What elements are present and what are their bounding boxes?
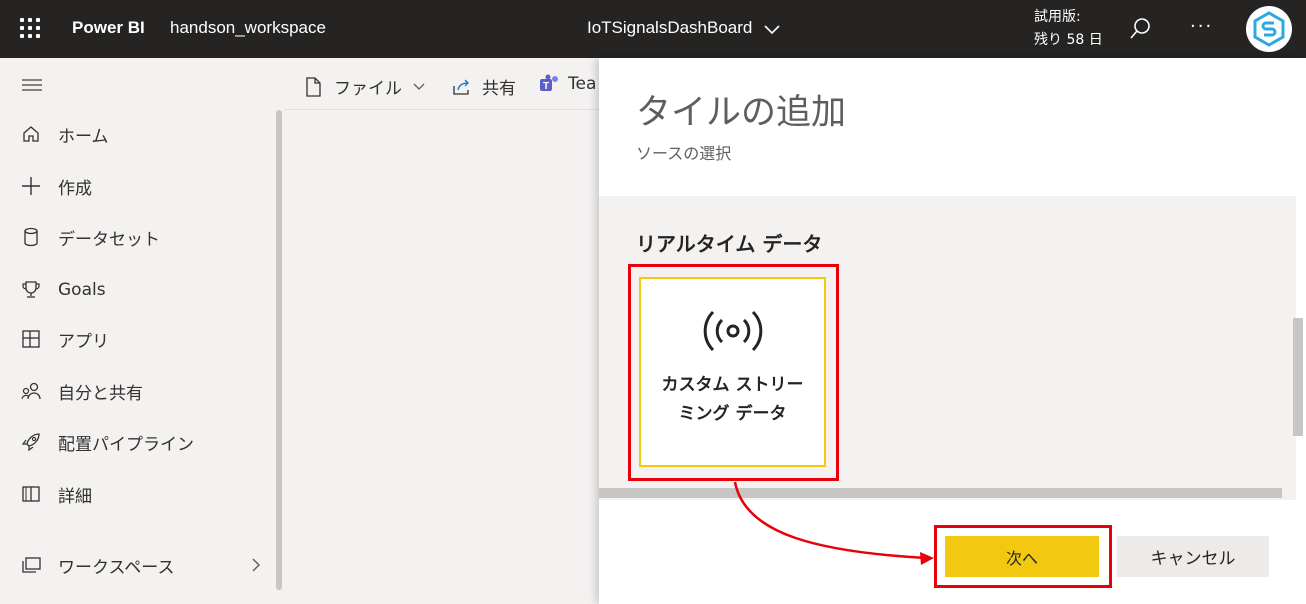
teams-label: Tea (568, 74, 597, 94)
apps-icon (20, 328, 42, 350)
sidebar-item-create[interactable]: 作成 (0, 166, 270, 206)
trial-days: 残り 58 日 (1034, 32, 1103, 48)
account-logo-icon (1253, 11, 1285, 47)
vertical-scrollbar[interactable] (1293, 318, 1303, 436)
cancel-button[interactable]: キャンセル (1117, 536, 1269, 577)
panel-title: タイルの追加 (636, 93, 847, 133)
sidebar-item-label: 配置パイプライン (58, 434, 194, 455)
share-label: 共有 (482, 79, 516, 99)
trial-label: 試用版: (1034, 9, 1081, 25)
plus-icon (20, 175, 42, 197)
sidebar-item-label: 詳細 (58, 486, 92, 507)
sidebar-item-label: ワークスペース (58, 557, 175, 578)
tile-label: カスタム ストリーミング データ (661, 375, 804, 424)
panel-footer: 次へ キャンセル (599, 500, 1306, 604)
left-nav: ホーム 作成 データセット Goals アプリ 自分と共有 配置パイプライン 詳… (0, 58, 284, 604)
rocket-icon (20, 431, 42, 453)
sidebar-item-pipelines[interactable]: 配置パイプライン (0, 422, 270, 462)
next-button[interactable]: 次へ (945, 536, 1099, 577)
hamburger-menu-icon[interactable] (22, 78, 42, 92)
sidebar-item-workspaces[interactable]: ワークスペース (0, 545, 270, 585)
brand-name[interactable]: Power BI (72, 18, 145, 38)
source-list: リアルタイム データ カスタム ストリーミング データ (599, 196, 1296, 500)
app-launcher-icon[interactable] (20, 18, 40, 38)
trial-status[interactable]: 試用版: 残り 58 日 (1034, 6, 1103, 52)
sidebar-item-label: ホーム (58, 126, 109, 147)
sidebar-item-apps[interactable]: アプリ (0, 319, 270, 359)
teams-icon: T (540, 74, 558, 92)
sidebar-item-label: 作成 (58, 178, 92, 199)
chevron-right-icon[interactable] (250, 557, 262, 573)
sidebar-item-learn[interactable]: 詳細 (0, 474, 270, 514)
search-icon[interactable] (1128, 16, 1154, 42)
sidebar-item-shared[interactable]: 自分と共有 (0, 371, 270, 411)
trophy-icon (20, 279, 42, 301)
horizontal-scrollbar[interactable] (599, 488, 1282, 498)
avatar[interactable] (1246, 6, 1292, 52)
command-bar: ファイル 共有 T Tea (284, 58, 600, 110)
file-icon (306, 76, 321, 97)
book-icon (20, 483, 42, 505)
chevron-down-icon (413, 83, 425, 90)
workspace-name[interactable]: handson_workspace (170, 18, 326, 38)
panel-subtitle: ソースの選択 (636, 144, 732, 163)
top-bar: Power BI handson_workspace IoTSignalsDas… (0, 0, 1306, 58)
sidebar-item-datasets[interactable]: データセット (0, 217, 270, 257)
sidebar-item-label: Goals (58, 280, 106, 300)
more-options-icon[interactable]: ··· (1190, 16, 1213, 37)
database-icon (20, 226, 42, 248)
file-menu[interactable]: ファイル (304, 74, 426, 99)
teams-button[interactable]: T Tea (538, 74, 596, 94)
people-icon (20, 380, 42, 402)
share-button[interactable]: 共有 (452, 74, 516, 99)
share-icon (453, 79, 469, 95)
home-icon (20, 123, 42, 145)
dashboard-canvas: ファイル 共有 T Tea (284, 58, 600, 604)
svg-text:T: T (543, 81, 549, 92)
add-tile-panel: タイルの追加 ソースの選択 リアルタイム データ カスタム ストリーミング デー… (599, 58, 1306, 604)
broadcast-icon (703, 310, 762, 352)
sidebar-scrollbar[interactable] (276, 110, 282, 590)
sidebar-item-label: データセット (58, 229, 160, 250)
sidebar-item-goals[interactable]: Goals (0, 270, 270, 310)
workspaces-icon (20, 554, 42, 576)
sidebar-item-label: 自分と共有 (58, 383, 143, 404)
file-menu-label: ファイル (334, 79, 402, 99)
section-title: リアルタイム データ (636, 232, 823, 256)
sidebar-item-home[interactable]: ホーム (0, 114, 270, 154)
chevron-down-icon[interactable] (763, 20, 781, 38)
sidebar-item-label: アプリ (58, 331, 109, 352)
custom-streaming-data-tile[interactable]: カスタム ストリーミング データ (639, 277, 826, 467)
dashboard-title[interactable]: IoTSignalsDashBoard (587, 18, 752, 38)
